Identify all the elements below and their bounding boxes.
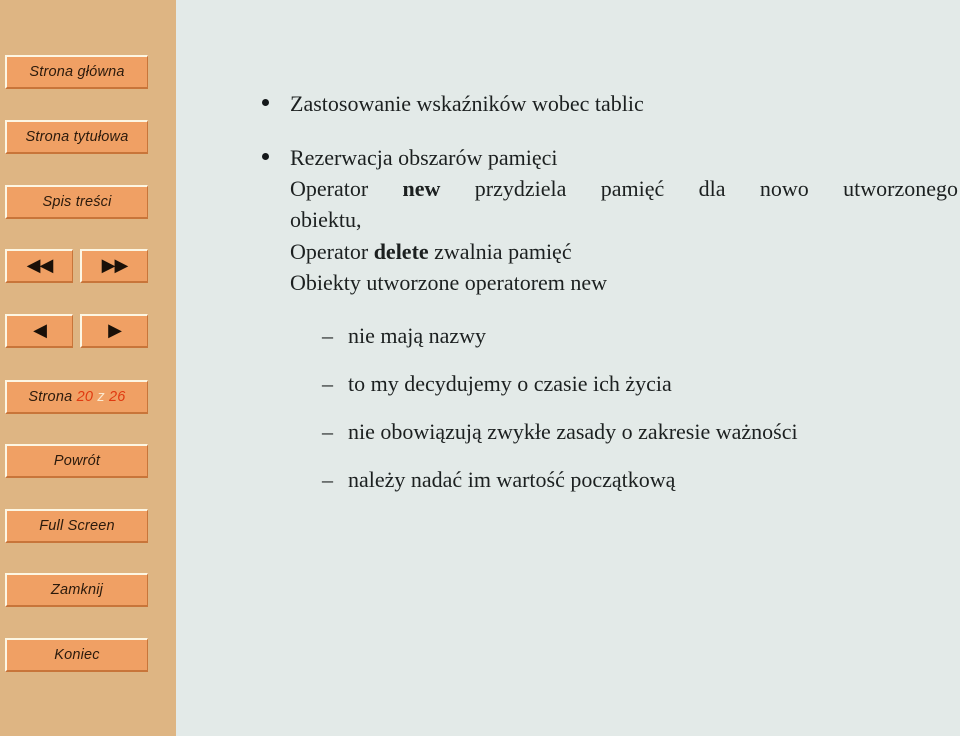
page-indicator[interactable]: Strona 20 z 26 — [5, 380, 148, 414]
home-button-label: Strona główna — [29, 64, 125, 80]
first-slide-button[interactable]: ◀◀ — [5, 249, 73, 283]
left-arrow-icon: ◀ — [33, 320, 47, 341]
table-of-contents-button[interactable]: Spis treści — [5, 185, 148, 219]
bullet-row: Rezerwacja obszarów pamięci — [176, 142, 960, 173]
back-button-label: Powrót — [53, 453, 101, 469]
dash-marker-icon: – — [322, 419, 333, 444]
dash-marker-icon: – — [322, 323, 333, 348]
bullet-item-1: Zastosowanie wskaźników wobec tablic — [176, 88, 960, 119]
title-page-button[interactable]: Strona tytułowa — [5, 120, 148, 154]
page-indicator-current: 20 — [76, 389, 94, 405]
close-button[interactable]: Zamknij — [5, 573, 148, 607]
operator-delete-prefix: Operator — [290, 238, 374, 264]
list-item: – nie obowiązują zwykłe zasady o zakresi… — [176, 421, 960, 443]
back-button[interactable]: Powrót — [5, 444, 148, 478]
operator-new-suffix: przydziela pamięć dla nowo utworzonego — [440, 176, 958, 202]
operator-new-prefix: Operator — [290, 176, 403, 202]
next-slide-button[interactable]: ▶ — [80, 314, 148, 348]
dash-item-text: należy nadać im wartość początkową — [348, 467, 676, 492]
bullet-1-text: Zastosowanie wskaźników wobec tablic — [290, 91, 644, 116]
end-button[interactable]: Koniec — [5, 638, 148, 672]
list-item: – nie mają nazwy — [176, 325, 960, 347]
navigation-sidebar: Strona główna Strona tytułowa Spis treśc… — [0, 0, 176, 736]
presentation-slide: Strona główna Strona tytułowa Spis treśc… — [0, 0, 960, 736]
dash-item-text: nie mają nazwy — [348, 323, 487, 348]
bullet-dot-icon — [262, 153, 269, 161]
table-of-contents-button-label: Spis treści — [42, 194, 112, 210]
objects-created-line: Obiekty utworzone operatorem new — [290, 269, 608, 295]
bullet-dot-icon — [262, 99, 269, 107]
close-button-label: Zamknij — [50, 582, 104, 598]
double-right-arrow-icon: ▶▶ — [101, 255, 129, 276]
dash-marker-icon: – — [322, 371, 333, 396]
operator-new-line: Operator new przydziela pamięć dla nowo … — [176, 173, 960, 204]
right-arrow-icon: ▶ — [108, 320, 122, 341]
keyword-new: new — [402, 176, 441, 202]
bullet-2-text: Rezerwacja obszarów pamięci — [290, 145, 558, 170]
page-indicator-total: 26 — [109, 389, 126, 405]
page-indicator-separator: z — [97, 389, 105, 405]
obiektu-line: obiektu, — [290, 207, 362, 233]
dash-list: – nie mają nazwy – to my decydujemy o cz… — [176, 325, 960, 517]
slide-content: Zastosowanie wskaźników wobec tablic Rez… — [176, 0, 960, 736]
bullet-row: Zastosowanie wskaźników wobec tablic — [176, 88, 960, 119]
end-button-label: Koniec — [54, 647, 100, 663]
bullet-item-2: Rezerwacja obszarów pamięci Operator new… — [176, 142, 960, 298]
fullscreen-button-label: Full Screen — [39, 518, 115, 534]
list-item: – należy nadać im wartość początkową — [176, 469, 960, 491]
page-indicator-label: Strona — [28, 389, 73, 405]
list-item: – to my decydujemy o czasie ich życia — [176, 373, 960, 395]
operator-delete-suffix: zwalnia pamięć — [428, 238, 572, 264]
dash-item-text: to my decydujemy o czasie ich życia — [348, 371, 672, 396]
last-slide-button[interactable]: ▶▶ — [80, 249, 148, 283]
home-button[interactable]: Strona główna — [5, 55, 148, 89]
dash-item-text: nie obowiązują zwykłe zasady o zakresie … — [348, 419, 798, 444]
operator-delete-line: Operator delete zwalnia pamięć — [176, 236, 960, 267]
keyword-delete: delete — [373, 238, 429, 264]
title-page-button-label: Strona tytułowa — [25, 129, 129, 145]
previous-slide-button[interactable]: ◀ — [5, 314, 73, 348]
fullscreen-button[interactable]: Full Screen — [5, 509, 148, 543]
double-left-arrow-icon: ◀◀ — [26, 255, 54, 276]
dash-marker-icon: – — [322, 467, 333, 492]
